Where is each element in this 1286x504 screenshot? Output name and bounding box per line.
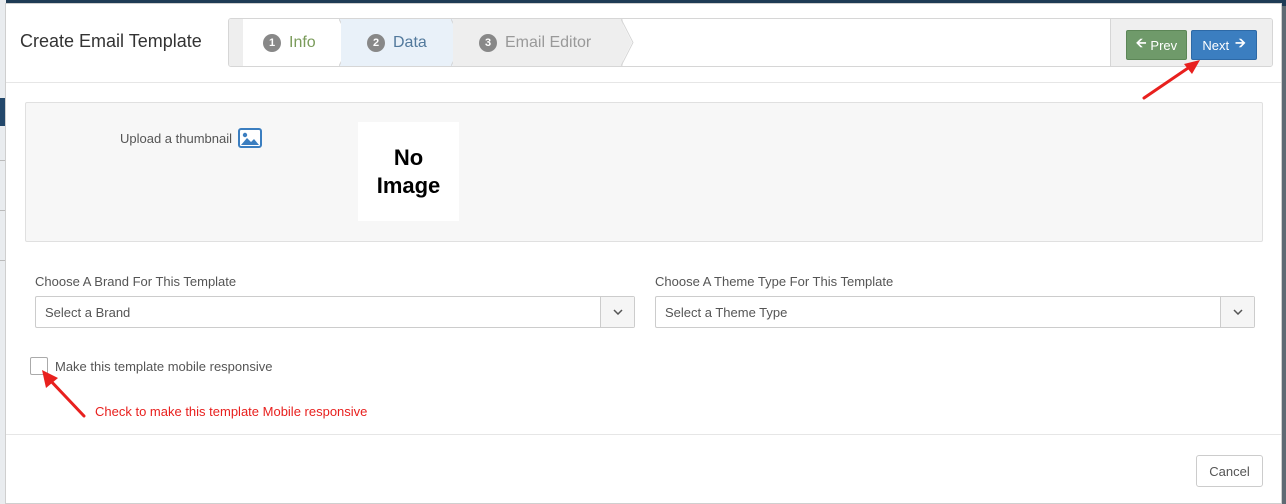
theme-select[interactable]: Select a Theme Type xyxy=(655,296,1255,328)
step-label: Info xyxy=(289,33,316,51)
annotation-arrow-icon xyxy=(1142,60,1200,100)
modal-title: Create Email Template xyxy=(20,31,202,51)
arrow-left-icon: 🡨 xyxy=(1135,35,1147,50)
create-email-template-modal: Create Email Template 1 Info 2 Data 3 Em… xyxy=(5,3,1282,504)
theme-select-value: Select a Theme Type xyxy=(665,305,788,320)
step-label: Email Editor xyxy=(505,33,592,51)
wizard-step-data[interactable]: 2 Data xyxy=(341,19,453,66)
step-number-badge: 1 xyxy=(263,33,281,52)
arrow-right-icon: 🡪 xyxy=(1235,35,1246,50)
step-separator xyxy=(621,19,634,66)
no-image-line: Image xyxy=(376,172,441,198)
image-icon[interactable] xyxy=(238,128,263,148)
wizard-lead xyxy=(229,19,243,66)
wizard-steps: 1 Info 2 Data 3 Email Editor 🡨 Prev Next… xyxy=(228,18,1273,67)
upload-label-text: Upload a thumbnail xyxy=(120,130,233,146)
upload-thumbnail-label[interactable]: Upload a thumbnail xyxy=(120,128,263,148)
wizard-step-info[interactable]: 1 Info xyxy=(243,19,341,66)
next-button-label: Next xyxy=(1202,37,1230,53)
thumbnail-upload-panel: Upload a thumbnail No Image xyxy=(25,102,1263,242)
brand-select-value: Select a Brand xyxy=(45,305,131,320)
wizard-step-email-editor[interactable]: 3 Email Editor xyxy=(453,19,623,66)
step-label: Data xyxy=(393,33,427,51)
thumbnail-preview: No Image xyxy=(358,122,459,221)
step-number-badge: 3 xyxy=(479,33,497,52)
mobile-responsive-annotation: Check to make this template Mobile respo… xyxy=(95,404,368,419)
step-number-badge: 2 xyxy=(367,33,385,52)
chevron-down-icon[interactable] xyxy=(1220,297,1254,327)
modal-footer-divider xyxy=(6,434,1281,435)
no-image-line: No xyxy=(393,144,424,170)
brand-select[interactable]: Select a Brand xyxy=(35,296,635,328)
modal-header: Create Email Template 1 Info 2 Data 3 Em… xyxy=(6,4,1281,83)
brand-label: Choose A Brand For This Template xyxy=(35,274,237,289)
chevron-down-icon[interactable] xyxy=(600,297,634,327)
prev-button-label: Prev xyxy=(1150,37,1178,53)
annotation-arrow-icon xyxy=(42,370,86,418)
cancel-button[interactable]: Cancel xyxy=(1196,455,1263,487)
theme-label: Choose A Theme Type For This Template xyxy=(655,274,894,289)
